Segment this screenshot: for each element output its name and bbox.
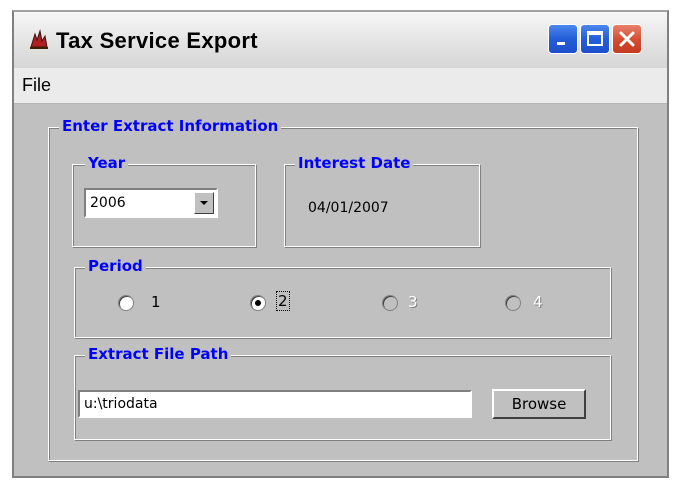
browse-button[interactable]: Browse xyxy=(492,389,586,419)
title-bar[interactable]: Tax Service Export xyxy=(14,12,667,68)
period-radio-2[interactable] xyxy=(250,295,266,311)
close-button[interactable] xyxy=(612,24,642,54)
menu-file[interactable]: File xyxy=(22,75,51,96)
period-radio-3 xyxy=(382,295,398,311)
extract-info-legend: Enter Extract Information xyxy=(59,117,282,135)
chevron-down-icon xyxy=(200,201,208,205)
period-radio-4 xyxy=(505,295,521,311)
radio-selected-dot xyxy=(255,300,261,306)
maximize-icon xyxy=(587,31,603,46)
year-dropdown-button[interactable] xyxy=(194,192,214,214)
year-combobox[interactable]: 2006 xyxy=(84,188,218,218)
year-legend: Year xyxy=(85,154,129,172)
interest-date-value: 04/01/2007 xyxy=(308,200,389,216)
window-title: Tax Service Export xyxy=(56,28,258,53)
year-value: 2006 xyxy=(90,195,126,211)
period-label-3: 3 xyxy=(408,293,418,311)
interest-date-legend: Interest Date xyxy=(295,154,414,172)
app-icon xyxy=(30,29,48,49)
file-path-legend: Extract File Path xyxy=(85,345,232,363)
close-icon xyxy=(619,31,635,47)
file-path-input[interactable] xyxy=(78,390,472,418)
period-label-4: 4 xyxy=(533,293,543,311)
period-radio-1[interactable] xyxy=(118,295,134,311)
period-label-1[interactable]: 1 xyxy=(151,293,161,311)
minimize-button[interactable] xyxy=(548,24,578,54)
minimize-icon xyxy=(557,42,565,45)
maximize-button[interactable] xyxy=(580,24,610,54)
period-legend: Period xyxy=(85,257,146,275)
menu-bar: File xyxy=(14,68,667,104)
period-label-2[interactable]: 2 xyxy=(276,291,290,311)
